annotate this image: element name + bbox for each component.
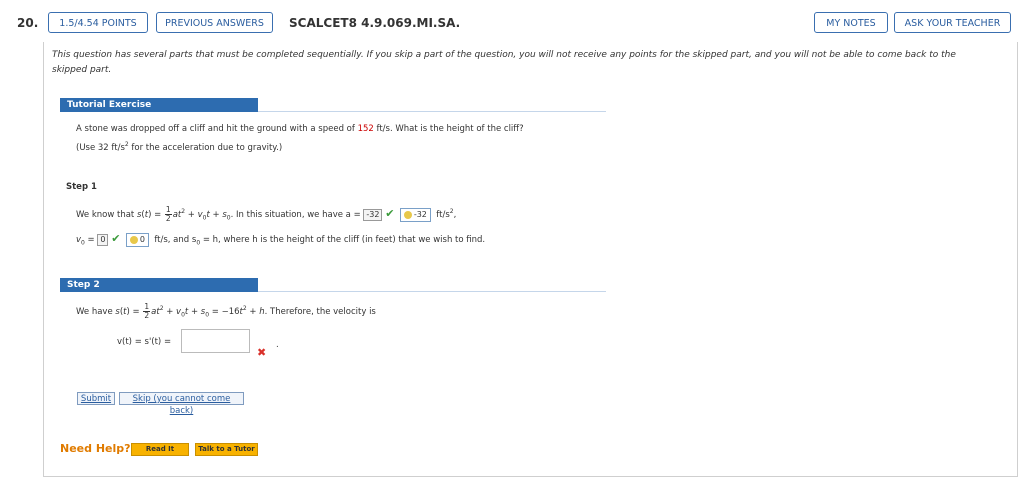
submit-button[interactable]: Submit [77,392,115,405]
key-icon [403,210,412,219]
velocity-label: v(t) = s'(t) = [117,337,172,347]
checkmark-icon: ✔ [385,207,395,220]
read-it-button[interactable]: Read It [131,443,189,456]
tutorial-divider [258,111,606,112]
a-key-answer: -32 [399,208,431,222]
v0-answer: 0 [97,234,109,246]
checkmark-icon: ✔ [111,232,121,245]
ask-teacher-button[interactable]: ASK YOUR TEACHER [894,12,1011,33]
sequential-notice: This question has several parts that mus… [52,50,956,75]
question-id: SCALCET8 4.9.069.MI.SA. [289,16,461,30]
step1-line1: We know that s(t) = 1 2 at2 + v0t + s0. In… [76,205,457,223]
step1-label: Step 1 [66,182,97,192]
speed-value: 152 [357,124,374,134]
velocity-input[interactable] [181,329,250,353]
v0-key-answer: 0 [125,233,149,247]
step2-line: We have s(t) = 1 2 at2 + v0t + s0 = −16t2 … [76,302,376,320]
incorrect-x-icon: ✖ [257,346,267,359]
skip-button[interactable]: Skip (you cannot come back) [119,392,244,416]
question-number: 20. [17,16,39,30]
step2-divider [258,291,606,292]
fraction-half: 12 [164,205,172,223]
points-button[interactable]: 1.5/4.54 POINTS [48,12,148,33]
previous-answers-button[interactable]: PREVIOUS ANSWERS [156,12,273,33]
fraction-half: 12 [143,302,151,320]
gravity-hint: (Use 32 ft/s2 for the acceleration due t… [76,141,283,153]
trailing-period: . [276,340,279,350]
problem-statement: A stone was dropped off a cliff and hit … [76,124,524,134]
tutorial-header: Tutorial Exercise [60,98,258,112]
my-notes-button[interactable]: MY NOTES [814,12,888,33]
talk-to-tutor-button[interactable]: Talk to a Tutor [195,443,258,456]
a-answer: -32 [363,209,383,221]
key-icon [129,235,138,244]
step1-line2: v0 = 0 ✔ 0 ft/s, and s0 = h, where h is … [76,232,486,247]
need-help-label: Need Help? [60,442,131,455]
step2-header: Step 2 [60,278,258,292]
